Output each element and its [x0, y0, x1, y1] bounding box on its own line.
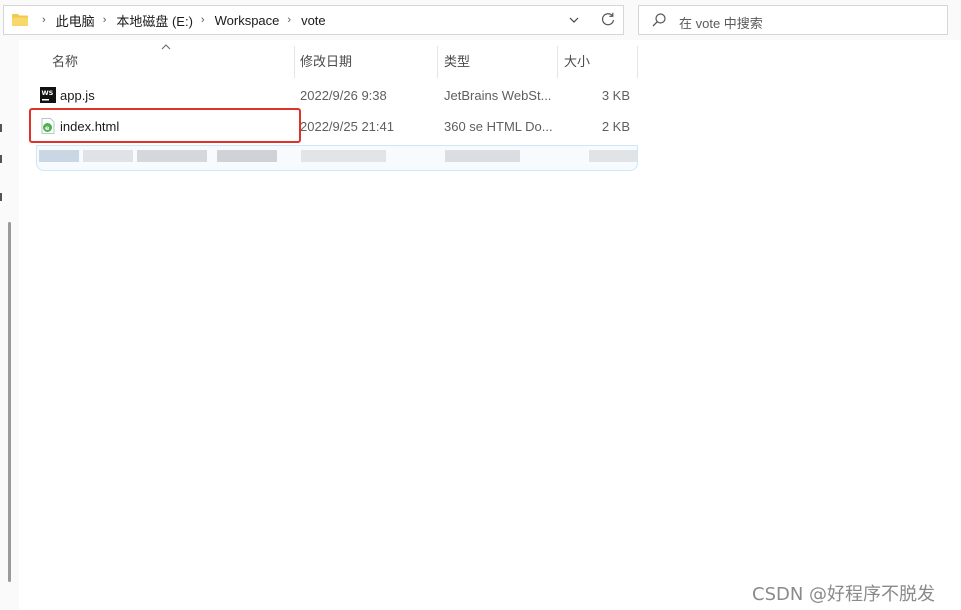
file-row-app-js[interactable]: WS app.js 2022/9/26 9:38 JetBrains WebSt…	[36, 80, 638, 111]
redacted-block	[301, 150, 386, 162]
file-type: JetBrains WebSt...	[444, 88, 552, 103]
redacted-block	[445, 150, 520, 162]
svg-text:WS: WS	[42, 89, 54, 97]
toolbar: › 此电脑 › 本地磁盘 (E:) › Workspace › vote 在 v…	[0, 0, 961, 40]
blurred-file-row[interactable]	[36, 145, 638, 171]
redacted-block	[217, 150, 277, 162]
breadcrumb-local-disk-e[interactable]: 本地磁盘 (E:)	[116, 11, 193, 30]
chevron-down-icon[interactable]	[567, 12, 581, 28]
file-type: 360 se HTML Do...	[444, 119, 553, 134]
file-name[interactable]: app.js	[60, 80, 95, 111]
file-modified-date: 2022/9/25 21:41	[300, 119, 394, 134]
nav-pane-marker	[0, 155, 2, 163]
breadcrumb-workspace[interactable]: Workspace	[215, 13, 280, 28]
column-divider[interactable]	[637, 46, 638, 78]
column-header-row: 名称 修改日期 类型 大小	[40, 44, 638, 78]
redacted-block	[589, 150, 637, 162]
column-divider[interactable]	[294, 46, 295, 78]
column-divider[interactable]	[557, 46, 558, 78]
breadcrumb: › 此电脑 › 本地磁盘 (E:) › Workspace › vote	[34, 6, 326, 34]
address-bar[interactable]: › 此电脑 › 本地磁盘 (E:) › Workspace › vote	[3, 5, 624, 35]
refresh-icon[interactable]	[600, 11, 616, 27]
file-modified-date: 2022/9/26 9:38	[300, 88, 387, 103]
search-icon	[652, 13, 666, 27]
redacted-block	[137, 150, 207, 162]
column-divider[interactable]	[437, 46, 438, 78]
column-header-size[interactable]: 大小	[564, 46, 590, 78]
nav-pane-marker	[0, 193, 2, 201]
redacted-block	[39, 150, 79, 162]
webstorm-file-icon: WS	[40, 87, 56, 103]
column-header-type[interactable]: 类型	[444, 46, 470, 78]
breadcrumb-this-pc[interactable]: 此电脑	[56, 11, 95, 30]
chevron-right-icon[interactable]: ›	[103, 14, 107, 26]
navigation-pane-edge	[0, 40, 19, 610]
folder-icon	[12, 14, 28, 26]
breadcrumb-vote[interactable]: vote	[301, 13, 326, 28]
column-header-modified[interactable]: 修改日期	[300, 46, 352, 78]
file-size: 2 KB	[601, 119, 630, 134]
chevron-right-icon[interactable]: ›	[201, 14, 205, 26]
watermark: CSDN @好程序不脱发	[752, 584, 936, 605]
highlight-box	[29, 108, 301, 143]
file-size: 3 KB	[601, 88, 630, 103]
column-header-name[interactable]: 名称	[52, 46, 78, 78]
search-input[interactable]: 在 vote 中搜索	[679, 13, 763, 32]
redacted-block	[83, 150, 133, 162]
chevron-right-icon[interactable]: ›	[42, 14, 46, 26]
navigation-scrollbar[interactable]	[8, 222, 11, 582]
chevron-right-icon[interactable]: ›	[287, 14, 291, 26]
nav-pane-marker	[0, 124, 2, 132]
search-box[interactable]: 在 vote 中搜索	[638, 5, 948, 35]
sort-ascending-icon	[161, 44, 171, 50]
